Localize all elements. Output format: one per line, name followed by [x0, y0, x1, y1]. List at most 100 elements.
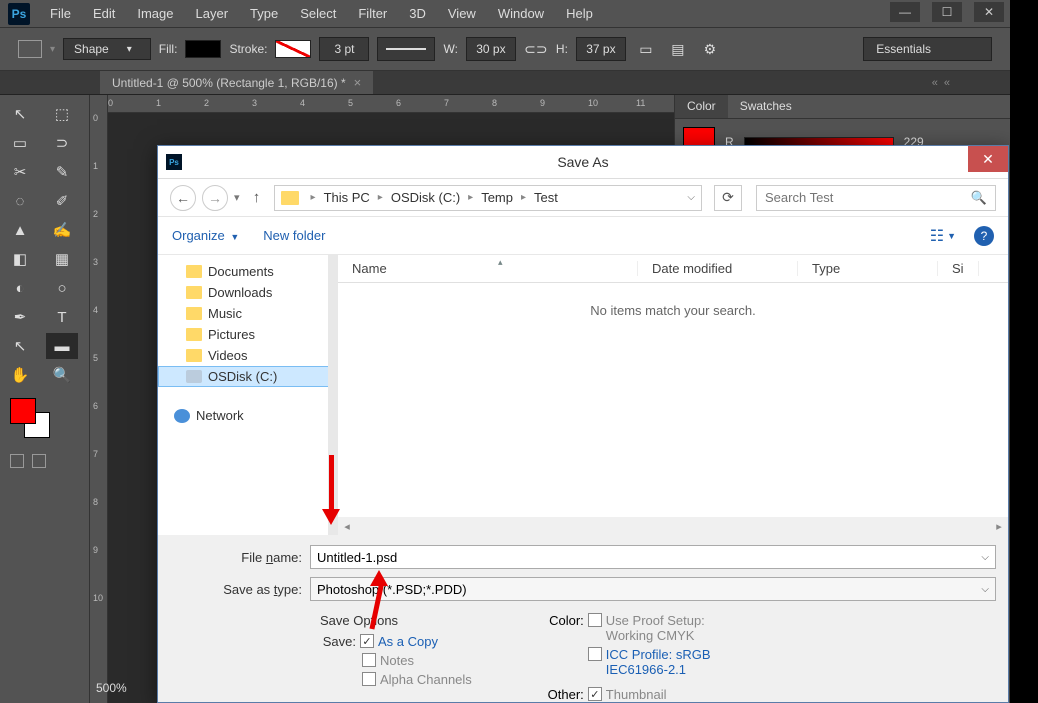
disk-icon: [186, 370, 202, 383]
notes-checkbox[interactable]: [362, 653, 376, 667]
save-options-heading: Save Options: [320, 613, 472, 628]
column-size[interactable]: Si: [938, 261, 979, 276]
thumbnail-checkbox[interactable]: [588, 687, 602, 701]
maximize-button[interactable]: ☐: [932, 2, 962, 22]
menu-file[interactable]: File: [40, 2, 81, 25]
width-input[interactable]: 30 px: [466, 37, 516, 61]
view-mode-button[interactable]: ☷ ▼: [930, 226, 956, 246]
blur-tool[interactable]: ◐: [4, 275, 36, 301]
foreground-color-swatch[interactable]: [10, 398, 36, 424]
stamp-tool[interactable]: ▲: [4, 217, 36, 243]
menu-help[interactable]: Help: [556, 2, 603, 25]
proof-checkbox[interactable]: [588, 613, 602, 627]
marquee-tool[interactable]: ▭: [4, 130, 36, 156]
nav-back-button[interactable]: ←: [170, 185, 196, 211]
eyedropper-tool[interactable]: ✎: [46, 159, 78, 185]
help-button[interactable]: ?: [974, 226, 994, 246]
menu-window[interactable]: Window: [488, 2, 554, 25]
eraser-tool[interactable]: ◧: [4, 246, 36, 272]
menu-3d[interactable]: 3D: [399, 2, 436, 25]
path-select-tool[interactable]: ↖: [4, 333, 36, 359]
healing-tool[interactable]: ◌: [4, 188, 36, 214]
menu-edit[interactable]: Edit: [83, 2, 125, 25]
column-type[interactable]: Type: [798, 261, 938, 276]
search-input[interactable]: [765, 190, 971, 205]
document-tab[interactable]: Untitled-1 @ 500% (Rectangle 1, RGB/16) …: [100, 71, 373, 94]
crumb-temp[interactable]: Temp: [477, 190, 517, 205]
tree-item-pictures[interactable]: Pictures: [158, 324, 337, 345]
menu-image[interactable]: Image: [127, 2, 183, 25]
tree-item-downloads[interactable]: Downloads: [158, 282, 337, 303]
workspace-label: Essentials: [876, 42, 931, 56]
nav-refresh-button[interactable]: ⟳: [714, 185, 742, 211]
new-folder-button[interactable]: New folder: [263, 228, 325, 243]
tree-item-music[interactable]: Music: [158, 303, 337, 324]
tree-item-documents[interactable]: Documents: [158, 261, 337, 282]
nav-forward-button[interactable]: →: [202, 185, 228, 211]
lasso-tool[interactable]: ⊃: [46, 130, 78, 156]
close-button[interactable]: ✕: [974, 2, 1004, 22]
stroke-style-select[interactable]: [377, 37, 435, 61]
crumb-test[interactable]: Test: [530, 190, 562, 205]
pathops-icon[interactable]: ▤: [666, 38, 690, 60]
fill-swatch[interactable]: [185, 40, 221, 58]
screenmode-icon[interactable]: [32, 454, 46, 468]
height-input[interactable]: 37 px: [576, 37, 626, 61]
dialog-close-button[interactable]: ✕: [968, 146, 1008, 172]
panel-collapse-icon[interactable]: «: [932, 77, 938, 89]
organize-button[interactable]: Organize ▼: [172, 228, 239, 243]
filename-input[interactable]: Untitled-1.psd ⌵: [310, 545, 996, 569]
link-wh-icon[interactable]: ⊂⊃: [524, 38, 548, 60]
alpha-label: Alpha Channels: [380, 672, 472, 687]
pen-tool[interactable]: ✒: [4, 304, 36, 330]
type-tool[interactable]: T: [46, 304, 78, 330]
quickmask-icon[interactable]: [10, 454, 24, 468]
nav-up-button[interactable]: ↑: [246, 187, 268, 209]
crumb-thispc[interactable]: This PC: [320, 190, 374, 205]
rectangle-tool[interactable]: ▬: [46, 333, 78, 359]
menu-type[interactable]: Type: [240, 2, 288, 25]
tab-close-icon[interactable]: ×: [354, 75, 362, 90]
breadcrumb-bar[interactable]: ▸ This PC ▸ OSDisk (C:) ▸ Temp ▸ Test ⌵: [274, 185, 702, 211]
savetype-select[interactable]: Photoshop (*.PSD;*.PDD) ⌵: [310, 577, 996, 601]
stroke-swatch[interactable]: [275, 40, 311, 58]
workspace-select[interactable]: Essentials: [863, 37, 992, 61]
minimize-button[interactable]: —: [890, 2, 920, 22]
crop-tool[interactable]: ✂: [4, 159, 36, 185]
tab-color[interactable]: Color: [675, 95, 728, 118]
zoom-tool[interactable]: 🔍: [46, 362, 78, 388]
crumb-drive[interactable]: OSDisk (C:): [387, 190, 464, 205]
column-name[interactable]: Name: [338, 261, 638, 276]
brush-tool[interactable]: ✐: [46, 188, 78, 214]
horizontal-scrollbar[interactable]: ◂ ▸: [338, 517, 1008, 535]
dodge-tool[interactable]: ○: [46, 275, 78, 301]
panel-collapse-icon[interactable]: «: [944, 77, 950, 89]
move-tool[interactable]: ↖: [4, 101, 36, 127]
tool-preset-icon[interactable]: [18, 40, 42, 58]
tab-swatches[interactable]: Swatches: [728, 95, 804, 118]
search-box[interactable]: 🔍: [756, 185, 996, 211]
menu-view[interactable]: View: [438, 2, 486, 25]
column-date[interactable]: Date modified: [638, 261, 798, 276]
menu-filter[interactable]: Filter: [348, 2, 397, 25]
splitter-handle[interactable]: [328, 255, 338, 535]
history-brush-tool[interactable]: ✍: [46, 217, 78, 243]
folder-icon: [186, 328, 202, 341]
folder-icon: [186, 349, 202, 362]
tree-item-videos[interactable]: Videos: [158, 345, 337, 366]
tree-item-network[interactable]: Network: [158, 405, 337, 426]
settings-icon[interactable]: ⚙: [698, 38, 722, 60]
menu-select[interactable]: Select: [290, 2, 346, 25]
icc-checkbox[interactable]: [588, 647, 602, 661]
align-icon[interactable]: ▭: [634, 38, 658, 60]
gradient-tool[interactable]: ▦: [46, 246, 78, 272]
stroke-width-input[interactable]: 3 pt: [319, 37, 369, 61]
folder-icon: [281, 191, 299, 205]
artboard-tool[interactable]: ⬚: [46, 101, 78, 127]
alpha-checkbox[interactable]: [362, 672, 376, 686]
shape-mode-select[interactable]: Shape▾: [63, 38, 151, 60]
hand-tool[interactable]: ✋: [4, 362, 36, 388]
menu-layer[interactable]: Layer: [186, 2, 239, 25]
as-copy-checkbox[interactable]: [360, 634, 374, 648]
tree-item-osdisk-c-[interactable]: OSDisk (C:): [158, 366, 337, 387]
